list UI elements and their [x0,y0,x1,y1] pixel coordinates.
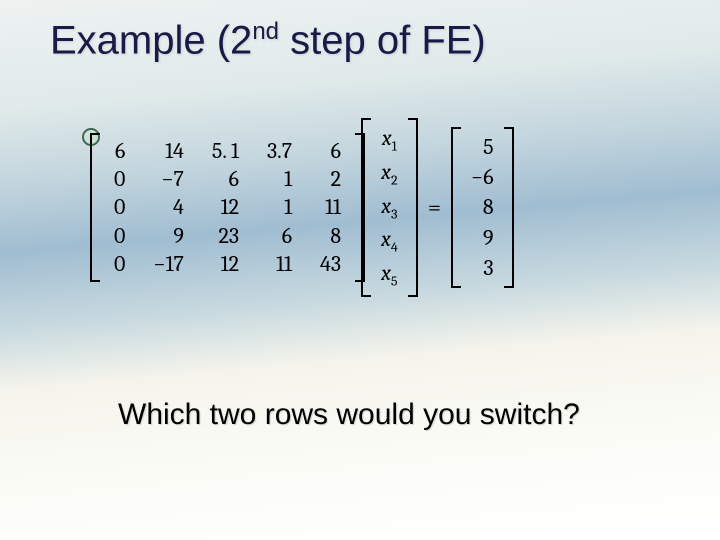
rhs-cell: −6 [463,163,502,191]
slide: Example (2nd step of FE) 6 14 5. 1 3.7 6… [0,0,720,540]
matrix-cell: 3.7 [253,137,306,165]
x-vector-table: x1 x2 x3 x4 x5 [371,122,408,293]
rhs-cell: 5 [463,133,502,161]
matrix-cell: 14 [139,137,198,165]
x-entry: x4 [373,225,406,257]
rhs-cell: 8 [463,193,502,221]
rhs-table: 5 −6 8 9 3 [461,131,504,284]
matrix-cell: 4 [139,193,198,221]
matrix-cell: 1 [253,193,306,221]
matrix-cell: 9 [139,222,198,250]
title-pre: Example (2 [50,18,252,62]
matrix-cell: 23 [198,222,253,250]
matrix-cell: 0 [100,250,139,278]
matrix-cell: 0 [100,165,139,193]
title-sup: nd [252,18,279,45]
matrix-row: 0 9 23 6 8 [100,222,355,250]
x-vector: x1 x2 x3 x4 x5 [361,118,418,297]
matrix-cell: 8 [306,222,355,250]
title-post: step of FE) [279,18,486,62]
matrix-cell: 6 [253,222,306,250]
matrix-cell: −7 [139,165,198,193]
rhs-cell: 3 [463,254,502,282]
x-entry: x2 [373,158,406,190]
rhs-vector: 5 −6 8 9 3 [451,127,514,288]
matrix-cell: 43 [306,250,355,278]
matrix-row: 0 4 12 1 11 [100,193,355,221]
matrix-cell: 11 [253,250,306,278]
matrix-cell: 12 [198,250,253,278]
equals-sign: = [418,193,451,221]
matrix-cell: 6 [306,137,355,165]
matrix-cell: 6 [100,137,139,165]
matrix-row: 0 −17 12 11 43 [100,250,355,278]
matrix-row: 0 −7 6 1 2 [100,165,355,193]
x-entry: x3 [373,192,406,224]
question-text: Which two rows would you switch? [118,398,580,432]
rhs-cell: 9 [463,224,502,252]
matrix-row: 6 14 5. 1 3.7 6 [100,137,355,165]
x-entry: x1 [373,124,406,156]
slide-title: Example (2nd step of FE) [50,18,486,63]
matrix-cell: 6 [198,165,253,193]
matrix-cell: 1 [253,165,306,193]
matrix-table: 6 14 5. 1 3.7 6 0 −7 6 1 2 0 4 12 [100,137,355,278]
coefficient-matrix: 6 14 5. 1 3.7 6 0 −7 6 1 2 0 4 12 [90,133,365,282]
matrix-cell: 11 [306,193,355,221]
matrix-cell: 12 [198,193,253,221]
matrix-cell: 0 [100,193,139,221]
matrix-cell: 0 [100,222,139,250]
equation: 6 14 5. 1 3.7 6 0 −7 6 1 2 0 4 12 [90,118,514,297]
x-entry: x5 [373,259,406,291]
matrix-cell: 2 [306,165,355,193]
matrix-cell: −17 [139,250,198,278]
matrix-cell: 5. 1 [198,137,253,165]
